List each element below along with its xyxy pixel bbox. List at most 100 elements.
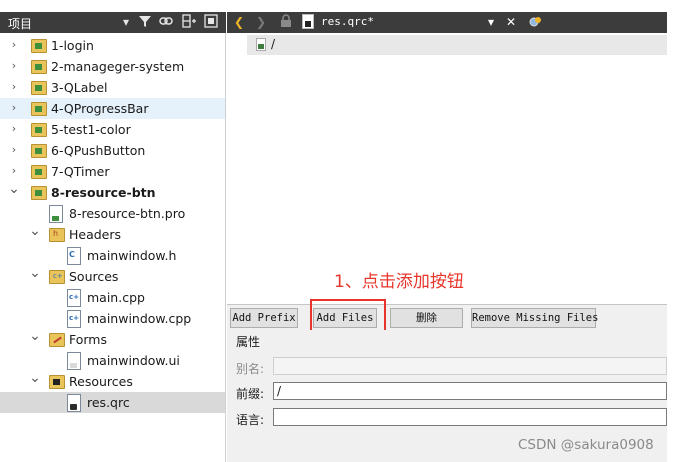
alias-label: 别名:	[236, 362, 265, 376]
resource-tree[interactable]	[247, 35, 667, 270]
tree-item[interactable]: ⌄ Resources	[0, 371, 225, 392]
language-label: 语言:	[236, 413, 265, 427]
folder-icon	[49, 333, 65, 347]
editor-toolbar: ❮ ❯ res.qrc* ▾ ✕	[227, 12, 667, 33]
language-input[interactable]	[273, 408, 667, 426]
folder-icon: c+	[49, 270, 65, 284]
alias-input[interactable]	[273, 357, 667, 375]
chevron-right-icon[interactable]: ›	[8, 122, 20, 136]
tree-item[interactable]: Cmainwindow.h	[0, 245, 225, 266]
split-editor-icon[interactable]	[527, 14, 543, 30]
tree-item-label: 4-QProgressBar	[51, 101, 149, 116]
chevron-right-icon[interactable]: ›	[8, 59, 20, 73]
project-folder-icon	[31, 144, 47, 158]
properties-title: 属性	[236, 335, 261, 349]
tree-item-label: mainwindow.ui	[87, 353, 180, 368]
resource-root-row[interactable]: /	[247, 35, 667, 55]
file-icon: c+	[67, 310, 81, 328]
file-icon: c+	[67, 289, 81, 307]
watermark: CSDN @sakura0908	[518, 437, 654, 453]
tree-item-label: mainwindow.cpp	[87, 311, 192, 326]
project-folder-icon	[31, 60, 47, 74]
tree-item-label: res.qrc	[87, 395, 130, 410]
tree-item[interactable]: › 5-test1-color	[0, 119, 225, 140]
tree-item-label: Forms	[69, 332, 108, 347]
annotation-highlight-box	[310, 299, 386, 334]
project-folder-icon	[31, 39, 47, 53]
file-icon	[49, 205, 63, 223]
chevron-right-icon[interactable]: ›	[8, 80, 20, 94]
tree-item-label: main.cpp	[87, 290, 145, 305]
chevron-right-icon[interactable]: ›	[8, 143, 20, 157]
resource-root-prefix: /	[271, 37, 276, 51]
file-icon: C	[67, 247, 81, 265]
file-icon	[67, 352, 81, 370]
chevron-down-icon[interactable]: ⌄	[29, 224, 41, 238]
tree-item-label: 3-QLabel	[51, 80, 108, 95]
chevron-right-icon[interactable]: ›	[8, 164, 20, 178]
tree-item[interactable]: › 7-QTimer	[0, 161, 225, 182]
tree-item-label: 2-manageger-system	[51, 59, 185, 74]
resource-button-bar: Add Prefix Add Files 删除 Remove Missing F…	[227, 304, 667, 331]
remove-missing-files-button[interactable]: Remove Missing Files	[471, 308, 598, 328]
split-add-icon[interactable]	[181, 14, 197, 30]
project-folder-icon	[31, 81, 47, 95]
file-icon	[67, 394, 81, 412]
tree-item[interactable]: › 4-QProgressBar	[0, 98, 225, 119]
tree-item[interactable]: › 2-manageger-system	[0, 56, 225, 77]
view-dropdown-icon[interactable]: ▾	[118, 14, 134, 30]
tree-item[interactable]: ⌄ h Headers	[0, 224, 225, 245]
tree-item-label: 1-login	[51, 38, 94, 53]
editor-file-name[interactable]: res.qrc*	[321, 14, 374, 30]
chevron-down-icon[interactable]: ⌄	[29, 329, 41, 343]
chevron-down-icon[interactable]: ⌄	[8, 182, 20, 196]
project-folder-icon	[31, 123, 47, 137]
tree-item-label: Resources	[69, 374, 133, 389]
tree-item[interactable]: res.qrc	[0, 392, 225, 413]
tree-item[interactable]: mainwindow.ui	[0, 350, 225, 371]
tree-item-label: Sources	[69, 269, 119, 284]
folder-icon: h	[49, 228, 65, 242]
prefix-lock-icon	[256, 38, 266, 51]
right-edge	[667, 12, 679, 462]
close-split-icon[interactable]	[203, 14, 219, 30]
add-prefix-button[interactable]: Add Prefix	[230, 308, 298, 328]
tree-item-label: 6-QPushButton	[51, 143, 146, 158]
tree-item[interactable]: › 6-QPushButton	[0, 140, 225, 161]
tree-item[interactable]: c+ mainwindow.cpp	[0, 308, 225, 329]
link-icon[interactable]	[158, 14, 174, 30]
tree-item-label: Headers	[69, 227, 122, 242]
qrc-file-icon	[301, 14, 315, 30]
filter-icon[interactable]	[137, 14, 153, 30]
forward-arrow-icon[interactable]: ❯	[255, 14, 267, 30]
tree-item[interactable]: ⌄ Forms	[0, 329, 225, 350]
tree-item-label: 5-test1-color	[51, 122, 131, 137]
tree-item-label: mainwindow.h	[87, 248, 177, 263]
project-folder-icon	[31, 165, 47, 179]
tree-item[interactable]: c+ main.cpp	[0, 287, 225, 308]
prefix-label: 前缀:	[236, 387, 265, 401]
back-arrow-icon[interactable]: ❮	[233, 14, 245, 30]
tree-item[interactable]: 8-resource-btn.pro	[0, 203, 225, 224]
close-icon[interactable]: ✕	[505, 14, 517, 30]
tree-item[interactable]: › 3-QLabel	[0, 77, 225, 98]
chevron-right-icon[interactable]: ›	[8, 101, 20, 115]
project-folder-icon	[31, 102, 47, 116]
project-folder-icon	[31, 186, 47, 200]
project-panel-toolbar: 项目 ▾	[0, 12, 226, 33]
annotation-text: 1、点击添加按钮	[334, 272, 464, 292]
chevron-down-icon[interactable]: ⌄	[29, 371, 41, 385]
prefix-input[interactable]: /	[273, 382, 667, 400]
file-dropdown-icon[interactable]: ▾	[485, 14, 497, 30]
tree-item[interactable]: › 1-login	[0, 35, 225, 56]
tree-item[interactable]: ⌄ c+ Sources	[0, 266, 225, 287]
delete-button[interactable]: 删除	[390, 308, 463, 328]
chevron-down-icon[interactable]: ⌄	[29, 266, 41, 280]
project-panel-title: 项目	[8, 17, 33, 31]
tree-item-label: 8-resource-btn.pro	[69, 206, 186, 221]
chevron-right-icon[interactable]: ›	[8, 38, 20, 52]
lock-icon	[279, 14, 293, 30]
tree-item[interactable]: ⌄ 8-resource-btn	[0, 182, 225, 203]
project-tree[interactable]: › 1-login › 2-manageger-system › 3-QLabel › 4-Q…	[0, 33, 226, 462]
folder-icon	[49, 375, 65, 389]
